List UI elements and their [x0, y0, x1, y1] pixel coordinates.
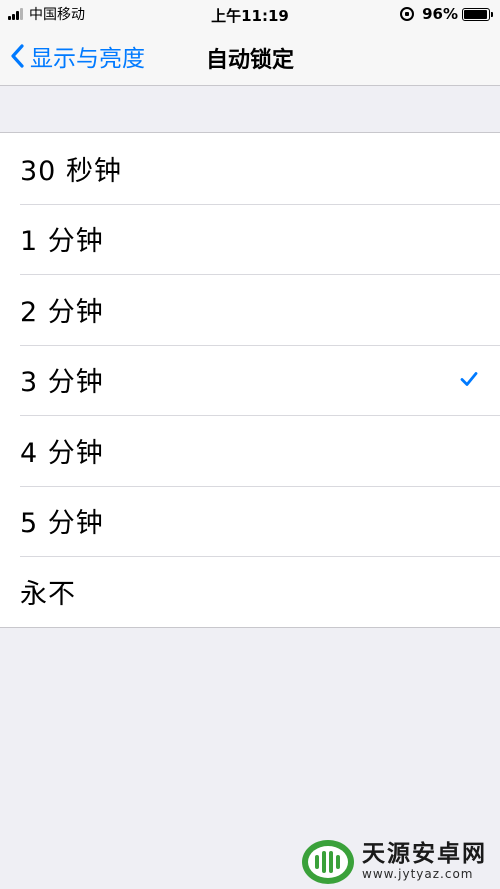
- option-label: 1 分钟: [20, 226, 104, 258]
- watermark-logo-icon: [302, 840, 354, 884]
- battery-level-fill: [464, 9, 488, 19]
- option-label: 4 分钟: [20, 437, 104, 469]
- auto-lock-option[interactable]: 永不: [0, 556, 500, 627]
- watermark-url: www.jytyaz.com: [362, 867, 474, 881]
- option-label: 2 分钟: [20, 296, 104, 328]
- option-label: 永不: [20, 578, 76, 610]
- option-label: 30 秒钟: [20, 155, 122, 187]
- option-label: 3 分钟: [20, 367, 104, 399]
- auto-lock-option[interactable]: 30 秒钟: [0, 133, 500, 204]
- battery-icon: [462, 7, 493, 21]
- status-right: 96%: [400, 5, 493, 23]
- auto-lock-options-list: 30 秒钟 1 分钟 2 分钟 3 分钟 4 分钟 5 分钟永不: [0, 132, 500, 628]
- status-bar: 中国移动 上午11:19 96%: [0, 0, 500, 28]
- watermark-title: 天源安卓网: [362, 841, 487, 867]
- option-label: 5 分钟: [20, 508, 104, 540]
- auto-lock-option[interactable]: 2 分钟: [0, 274, 500, 345]
- battery-percent: 96%: [422, 5, 458, 23]
- watermark-text: 天源安卓网 www.jytyaz.com: [362, 841, 487, 881]
- auto-lock-option[interactable]: 5 分钟: [0, 485, 500, 557]
- rotation-lock-icon: [400, 7, 415, 21]
- auto-lock-option[interactable]: 3 分钟: [0, 344, 500, 416]
- auto-lock-screen: 中国移动 上午11:19 96% 显示与亮度 自动锁定 30 秒钟 1 分钟 2 分…: [0, 0, 500, 889]
- watermark: 天源安卓网 www.jytyaz.com: [300, 836, 487, 886]
- navigation-bar: 显示与亮度 自动锁定: [0, 28, 500, 86]
- auto-lock-option[interactable]: 1 分钟: [0, 203, 500, 275]
- checkmark-icon: [460, 371, 478, 386]
- auto-lock-option[interactable]: 4 分钟: [0, 415, 500, 486]
- page-title: 自动锁定: [205, 48, 294, 73]
